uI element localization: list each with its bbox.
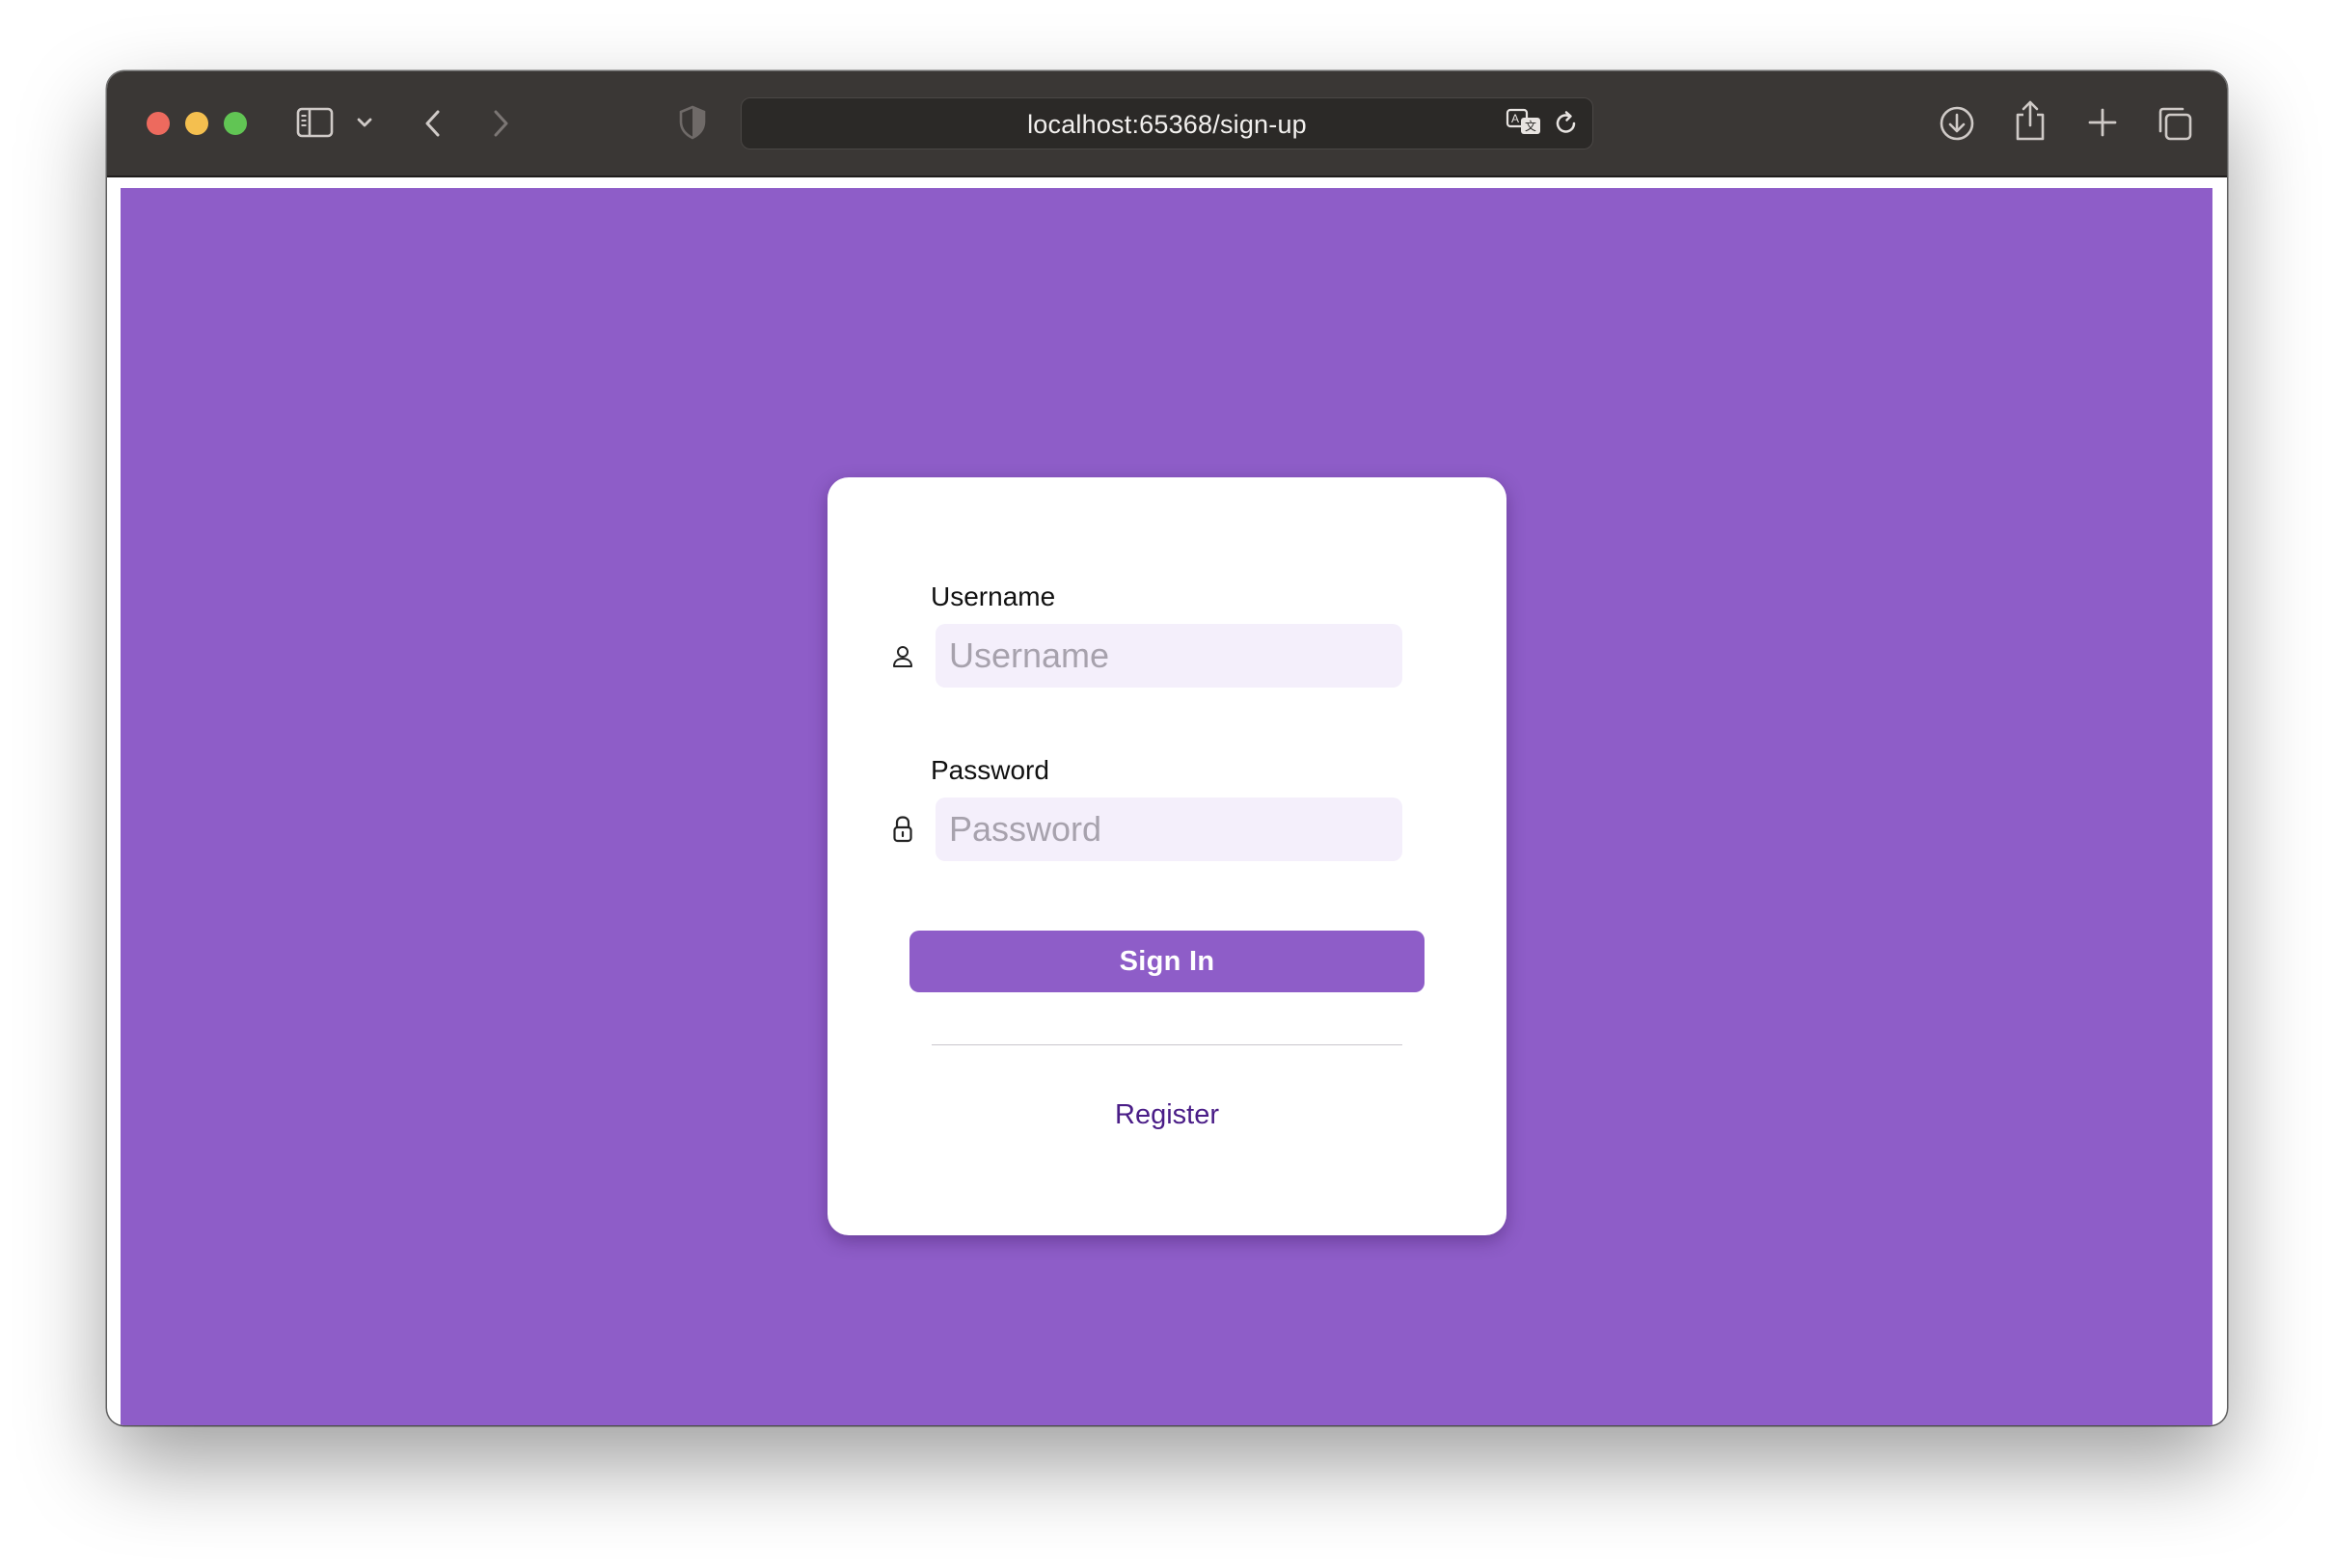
login-card: Username Password Sign In Register (828, 477, 1506, 1235)
new-tab-icon[interactable] (2086, 106, 2119, 139)
register-link[interactable]: Register (828, 1099, 1506, 1131)
lock-icon (891, 815, 914, 843)
page-viewport: Username Password Sign In Register (121, 188, 2212, 1425)
translate-icon[interactable]: A 文 (1506, 107, 1544, 138)
password-label: Password (931, 755, 1049, 785)
close-window-button[interactable] (147, 112, 170, 135)
minimize-window-button[interactable] (185, 112, 208, 135)
reload-icon[interactable] (1552, 109, 1581, 138)
back-icon[interactable] (421, 105, 445, 142)
browser-toolbar: localhost:65368/sign-up A 文 (107, 71, 2227, 177)
svg-text:A: A (1511, 112, 1519, 125)
username-input[interactable] (936, 624, 1402, 688)
divider (932, 1044, 1402, 1045)
tabs-overview-icon[interactable] (2156, 104, 2194, 143)
url-text[interactable]: localhost:65368/sign-up (742, 110, 1592, 140)
download-icon[interactable] (1938, 104, 1976, 143)
svg-text:文: 文 (1525, 119, 1536, 133)
username-label: Username (931, 581, 1056, 611)
chevron-down-icon[interactable] (356, 116, 373, 129)
sidebar-icon[interactable] (296, 106, 335, 139)
address-bar[interactable]: localhost:65368/sign-up A 文 (741, 97, 1593, 149)
forward-icon[interactable] (489, 105, 512, 142)
password-input[interactable] (936, 798, 1402, 861)
share-icon[interactable] (2013, 98, 2048, 143)
maximize-window-button[interactable] (224, 112, 247, 135)
browser-window: localhost:65368/sign-up A 文 Username Use… (107, 71, 2227, 1425)
sign-in-button[interactable]: Sign In (909, 931, 1425, 992)
user-icon (891, 643, 914, 670)
shield-icon[interactable] (678, 104, 707, 141)
